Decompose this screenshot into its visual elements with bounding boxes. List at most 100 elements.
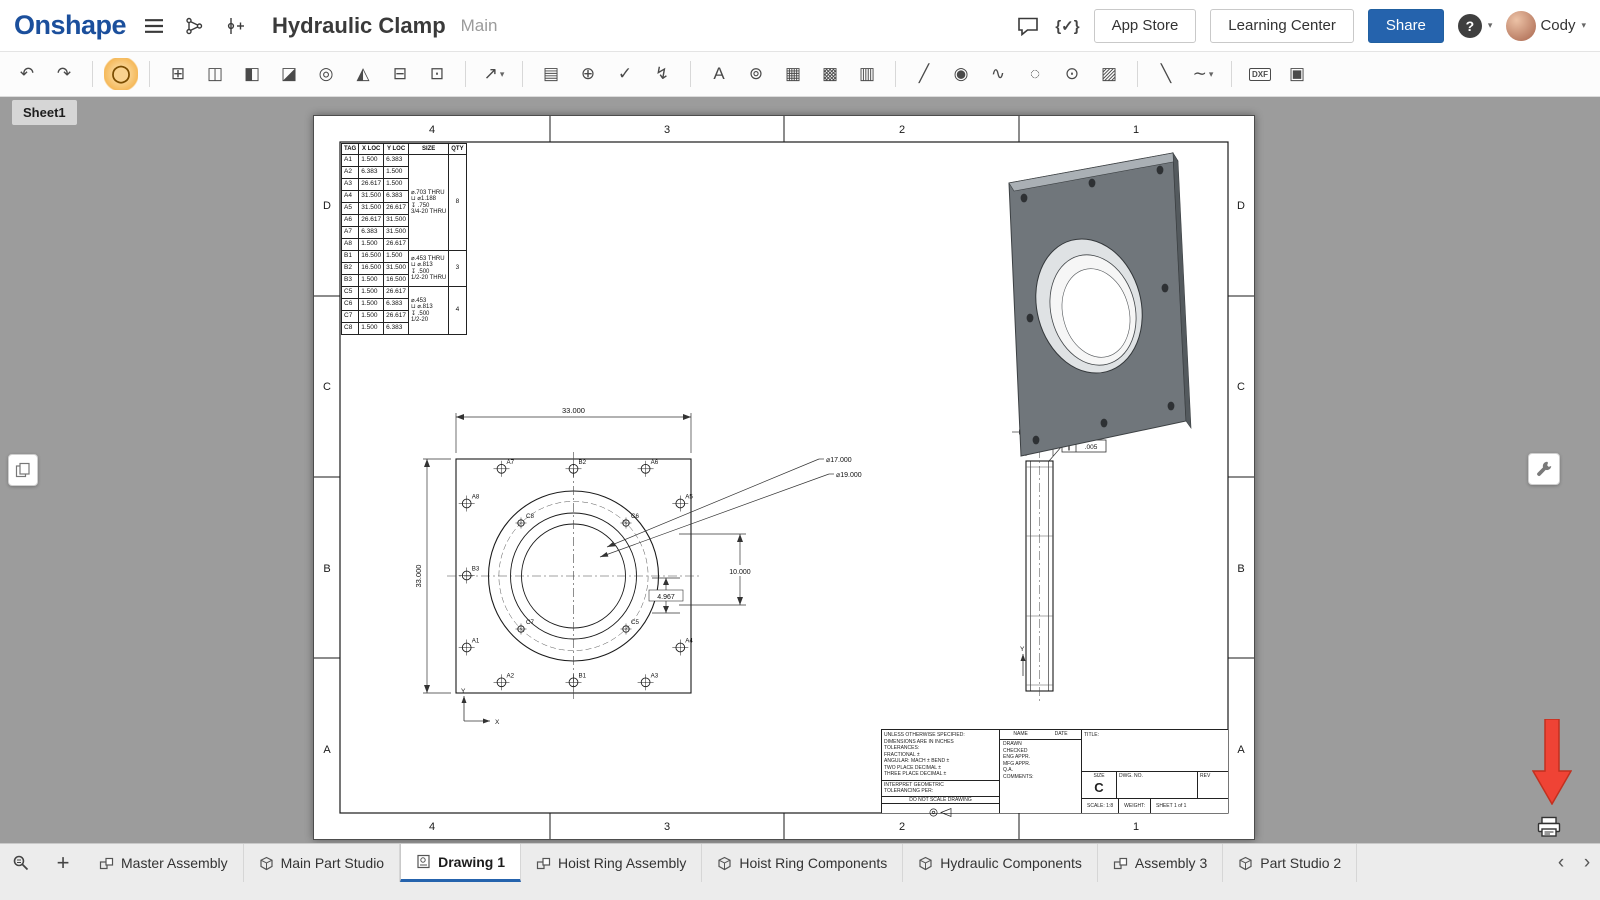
export-dxf-icon[interactable]: DXF <box>1243 58 1277 90</box>
center-point-icon[interactable]: ⊙ <box>1055 58 1089 90</box>
assembly-icon <box>1113 856 1128 871</box>
doc-tab-main-part-studio[interactable]: Main Part Studio <box>244 844 401 882</box>
onshape-logo[interactable]: Onshape <box>14 10 127 41</box>
chevron-down-icon: ▾ <box>1581 20 1586 30</box>
detail-view-icon[interactable]: ◎ <box>309 58 343 90</box>
hole-table-cell: 26.617 <box>358 178 385 191</box>
svg-text:2: 2 <box>899 124 905 136</box>
dimension-icon[interactable]: ↗ ▾ <box>477 58 511 90</box>
axis-y-label: Y <box>1020 646 1025 653</box>
manage-tabs-button[interactable] <box>0 844 42 882</box>
fcf-value[interactable]: .005 <box>1085 444 1098 451</box>
center-mark-icon[interactable]: ◉ <box>944 58 978 90</box>
versions-icon[interactable] <box>182 13 208 39</box>
insert-version-icon[interactable] <box>223 13 249 39</box>
isometric-view[interactable] <box>1008 151 1192 457</box>
hole-table-cell: B3 <box>340 274 360 287</box>
insert-view-icon[interactable]: ⊞ <box>161 58 195 90</box>
featurescript-icon[interactable]: {✓} <box>1055 17 1079 35</box>
hole-table-row: C5 1.500 26.617 ⌀.453 ⊔ ⌀.813 ↧ .500 1/2-20… <box>340 286 467 335</box>
spline-icon[interactable]: ∼ ▾ <box>1186 58 1220 90</box>
hole-table-cell: 16.500 <box>358 250 385 263</box>
broken-view-icon[interactable]: ◭ <box>346 58 380 90</box>
undo-icon[interactable]: ↶ <box>10 58 44 90</box>
sketch-icon[interactable]: ◯ <box>104 58 138 90</box>
sheet-tab[interactable]: Sheet1 <box>12 100 77 125</box>
help-icon: ? <box>1457 13 1482 38</box>
toolbar-divider <box>895 61 896 87</box>
doc-tab-hoist-ring-components[interactable]: Hoist Ring Components <box>702 844 904 882</box>
toolbar-divider <box>1137 61 1138 87</box>
balloon-icon[interactable]: ⊚ <box>739 58 773 90</box>
hole-table-icon[interactable]: ▩ <box>813 58 847 90</box>
svg-text:A: A <box>1237 744 1245 756</box>
revision-cloud-icon[interactable]: ∿ <box>981 58 1015 90</box>
dim-height[interactable]: 33.000 <box>414 565 423 588</box>
section-view-icon[interactable]: ◪ <box>272 58 306 90</box>
comments-icon[interactable] <box>1015 13 1041 39</box>
doc-tab-hydraulic-components[interactable]: Hydraulic Components <box>903 844 1098 882</box>
document-tab-bar: + Master Assembly Main Part Studio Drawing… <box>0 843 1600 900</box>
insert-image-icon[interactable]: ▣ <box>1280 58 1314 90</box>
print-button[interactable] <box>1536 816 1562 838</box>
auxiliary-view-icon[interactable]: ◧ <box>235 58 269 90</box>
doc-tab-assembly-3[interactable]: Assembly 3 <box>1098 844 1224 882</box>
hole-table-cell: 31.500 <box>383 226 410 239</box>
svg-text:4: 4 <box>429 821 435 833</box>
learning-center-button[interactable]: Learning Center <box>1210 8 1354 43</box>
dim-pitch[interactable]: 10.000 <box>729 569 751 576</box>
dim-offset[interactable]: 4.967 <box>657 594 675 601</box>
note-icon[interactable]: ▤ <box>534 58 568 90</box>
doc-tab-hoist-ring-assembly[interactable]: Hoist Ring Assembly <box>521 844 703 882</box>
help-menu[interactable]: ? ▾ <box>1457 13 1492 38</box>
callout-icon[interactable]: ⊕ <box>571 58 605 90</box>
main-menu-icon[interactable] <box>141 13 167 39</box>
doc-tab-master-assembly[interactable]: Master Assembly <box>84 844 244 882</box>
doc-tab-drawing-1[interactable]: Drawing 1 <box>400 844 521 882</box>
add-tab-button[interactable]: + <box>42 844 84 882</box>
settings-wrench-button[interactable] <box>1528 453 1560 485</box>
dim-width[interactable]: 33.000 <box>562 406 585 415</box>
hatch-icon[interactable]: ▨ <box>1092 58 1126 90</box>
dim-bore[interactable]: ⌀17.000 <box>826 457 852 464</box>
side-view[interactable]: 3.000 ∥ .005 Y <box>1012 422 1107 703</box>
hole-size-cell: ⌀.703 THRU ⊔ ⌀1.188 ↧ .750 3/4-20 THRU <box>408 154 450 251</box>
hole-tag: A8 <box>472 494 480 501</box>
hole-table-cell: B2 <box>340 262 360 275</box>
crop-view-icon[interactable]: ⊡ <box>420 58 454 90</box>
doc-tab-part-studio-2[interactable]: Part Studio 2 <box>1223 844 1358 882</box>
app-store-button[interactable]: App Store <box>1093 8 1197 43</box>
projected-view-icon[interactable]: ◫ <box>198 58 232 90</box>
revision-table-icon[interactable]: ▥ <box>850 58 884 90</box>
text-icon[interactable]: A <box>702 58 736 90</box>
sheets-panel-toggle[interactable] <box>8 454 38 486</box>
svg-text:B: B <box>1237 563 1244 575</box>
weld-symbol-icon[interactable]: ↯ <box>645 58 679 90</box>
assembly-icon <box>536 856 551 871</box>
surface-finish-icon[interactable]: ✓ <box>608 58 642 90</box>
centerline-icon[interactable]: ╱ <box>907 58 941 90</box>
hole-table-header: Y LOC <box>383 143 410 155</box>
svg-text:D: D <box>1237 200 1245 212</box>
workspace-label[interactable]: Main <box>461 16 498 36</box>
dim-cbore[interactable]: ⌀19.000 <box>836 472 862 479</box>
hole-tag: C6 <box>631 513 639 520</box>
redo-icon[interactable]: ↷ <box>47 58 81 90</box>
construction-circle-icon[interactable]: ◌ <box>1018 58 1052 90</box>
scroll-tabs-left-icon[interactable]: ‹ <box>1548 844 1574 882</box>
hole-tag: A2 <box>507 672 515 679</box>
hole-table-cell: 1.500 <box>383 178 410 191</box>
hole-table-cell: 6.383 <box>383 190 410 203</box>
line-icon[interactable]: ╲ <box>1149 58 1183 90</box>
front-view[interactable]: A7 B2 A6 A8 A5 B3 A1 A4 A2 B1 A3 C8 C6 C7 C5 33.000 <box>414 406 862 726</box>
table-icon[interactable]: ▦ <box>776 58 810 90</box>
drawing-canvas[interactable]: Sheet1 43 21 43 21 DC BA D C B A A7 B2 A… <box>0 96 1600 844</box>
scroll-tabs-right-icon[interactable]: › <box>1574 844 1600 882</box>
size-value: C <box>1094 779 1104 795</box>
hole-table[interactable]: TAG X LOC Y LOC SIZE QTY A1 1.500 6.383 ⌀.703 TH… <box>340 143 467 335</box>
break-out-view-icon[interactable]: ⊟ <box>383 58 417 90</box>
user-menu[interactable]: Cody ▾ <box>1506 10 1586 41</box>
hole-table-cell: 1.500 <box>358 274 385 287</box>
share-button[interactable]: Share <box>1367 8 1444 43</box>
partstudio-icon <box>717 856 732 871</box>
